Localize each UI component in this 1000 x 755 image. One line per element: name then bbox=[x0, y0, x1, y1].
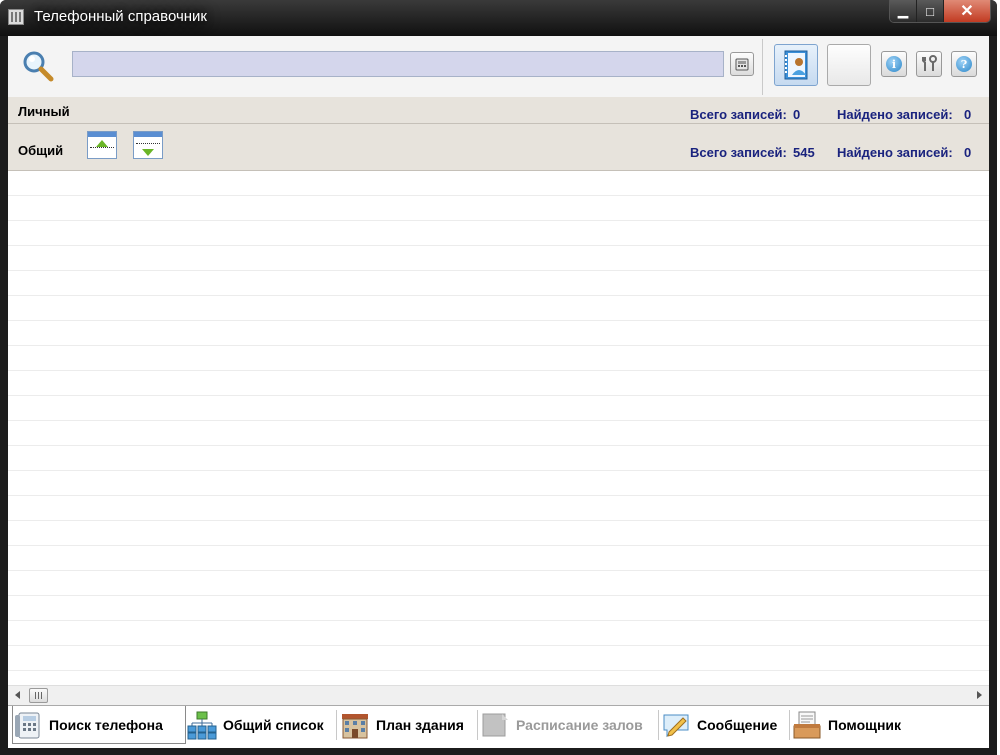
assistant-icon bbox=[793, 711, 821, 739]
move-down-button[interactable] bbox=[133, 131, 163, 159]
move-down-icon-line bbox=[136, 143, 160, 144]
tab-separator bbox=[336, 710, 337, 740]
move-up-button[interactable] bbox=[87, 131, 117, 159]
address-book-icon bbox=[784, 50, 808, 80]
scroll-left-arrow-icon[interactable] bbox=[15, 691, 20, 699]
tab-building-plan[interactable]: План здания bbox=[340, 706, 464, 744]
scrollbar-thumb[interactable] bbox=[29, 688, 48, 703]
clear-search-button[interactable] bbox=[730, 52, 754, 76]
scroll-right-arrow-icon[interactable] bbox=[977, 691, 982, 699]
group-common[interactable]: Общий Всего записей: 545 Найдено записей… bbox=[8, 124, 989, 171]
phonebook-app-icon bbox=[8, 9, 24, 25]
tab-separator bbox=[658, 710, 659, 740]
tab-phone-search-label: Поиск телефона bbox=[49, 716, 163, 733]
common-total-label: Всего записей: bbox=[690, 145, 787, 160]
toolbar: i ? bbox=[8, 36, 989, 98]
group-personal[interactable]: Личный Всего записей: 0 Найдено записей:… bbox=[8, 97, 989, 124]
tab-assistant-label: Помощник bbox=[828, 717, 902, 733]
tab-common-list[interactable]: Общий список bbox=[187, 706, 324, 744]
window-title: Телефонный справочник bbox=[34, 8, 207, 25]
move-up-icon-bar bbox=[88, 132, 116, 137]
common-found-label: Найдено записей: bbox=[837, 145, 953, 160]
personal-total-count: 0 bbox=[793, 107, 801, 122]
tab-hall-schedule-label: Расписание залов bbox=[516, 717, 643, 733]
info-icon: i bbox=[886, 56, 902, 72]
tab-message-label: Сообщение bbox=[697, 717, 778, 733]
tools-icon bbox=[922, 55, 937, 71]
tab-assistant[interactable]: Помощник bbox=[792, 706, 901, 744]
minimize-button[interactable]: ▁ bbox=[890, 0, 917, 22]
title-bar[interactable]: Телефонный справочник ▁ □ ✕ bbox=[0, 0, 997, 36]
move-up-icon-line bbox=[90, 147, 114, 148]
move-down-icon-bar bbox=[134, 132, 162, 137]
schedule-icon bbox=[482, 713, 508, 737]
tab-common-list-label: Общий список bbox=[223, 717, 324, 733]
tab-separator bbox=[477, 710, 478, 740]
org-chart-icon bbox=[187, 711, 217, 740]
maximize-button[interactable]: □ bbox=[917, 0, 944, 22]
help-button[interactable]: ? bbox=[951, 51, 977, 77]
bottom-tab-bar: Поиск телефона Общий список План здания … bbox=[8, 705, 989, 748]
client-area: i ? Личный Всего записей: 0 Найдено запи… bbox=[8, 36, 989, 748]
tab-phone-search[interactable]: Поиск телефона bbox=[12, 706, 186, 744]
search-input[interactable] bbox=[72, 51, 724, 77]
info-button[interactable]: i bbox=[881, 51, 907, 77]
empty-toolbar-button[interactable] bbox=[827, 44, 871, 86]
horizontal-scrollbar[interactable] bbox=[8, 685, 989, 705]
group-common-label: Общий bbox=[18, 143, 64, 158]
window-controls: ▁ □ ✕ bbox=[889, 0, 991, 23]
building-icon bbox=[342, 714, 368, 739]
message-icon bbox=[663, 714, 689, 738]
results-list[interactable] bbox=[8, 171, 989, 685]
magnifier-icon bbox=[23, 51, 54, 82]
common-found-count: 0 bbox=[964, 145, 972, 160]
arrow-down-icon bbox=[142, 149, 154, 156]
calculator-icon bbox=[735, 58, 749, 71]
tab-message[interactable]: Сообщение bbox=[661, 706, 777, 744]
common-total-count: 545 bbox=[793, 145, 815, 160]
personal-found-label: Найдено записей: bbox=[837, 107, 953, 122]
help-icon: ? bbox=[956, 56, 972, 72]
tab-hall-schedule[interactable]: Расписание залов bbox=[480, 706, 643, 744]
group-personal-label: Личный bbox=[18, 104, 70, 119]
app-window: Телефонный справочник ▁ □ ✕ i ? Личный В… bbox=[0, 0, 997, 755]
arrow-up-icon bbox=[96, 140, 108, 147]
close-button[interactable]: ✕ bbox=[944, 0, 990, 22]
personal-found-count: 0 bbox=[964, 107, 972, 122]
toolbar-separator bbox=[762, 39, 763, 95]
phone-icon bbox=[15, 712, 40, 738]
tab-separator bbox=[789, 710, 790, 740]
contacts-button[interactable] bbox=[774, 44, 818, 86]
tab-building-plan-label: План здания bbox=[376, 717, 464, 733]
settings-button[interactable] bbox=[916, 51, 942, 77]
personal-total-label: Всего записей: bbox=[690, 107, 787, 122]
